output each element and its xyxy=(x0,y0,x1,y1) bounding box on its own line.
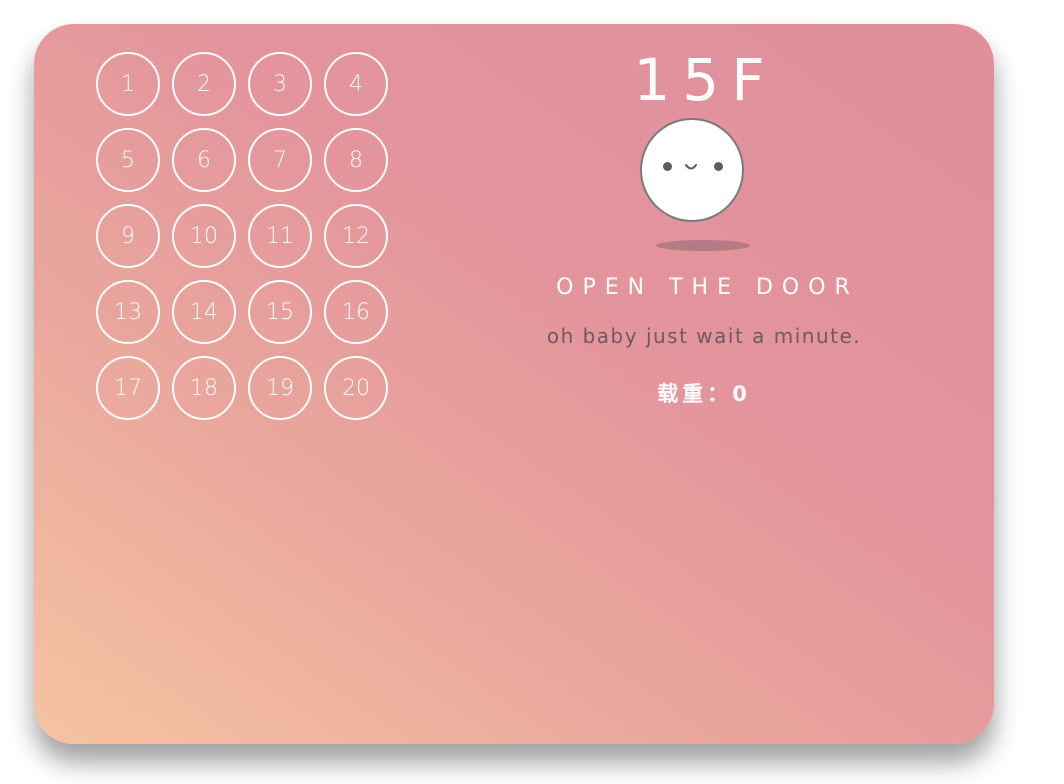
left-eye xyxy=(663,162,672,171)
floor-button-11[interactable]: 11 xyxy=(248,204,312,268)
floor-button-12[interactable]: 12 xyxy=(324,204,388,268)
right-eye xyxy=(714,162,723,171)
floor-button-1[interactable]: 1 xyxy=(96,52,160,116)
smiley-face-icon xyxy=(640,118,744,222)
floor-button-5[interactable]: 5 xyxy=(96,128,160,192)
door-status-subtitle: oh baby just wait a minute. xyxy=(546,324,862,348)
floor-button-2[interactable]: 2 xyxy=(172,52,236,116)
floor-button-9[interactable]: 9 xyxy=(96,204,160,268)
door-status-title: OPEN THE DOOR xyxy=(556,275,859,300)
floor-button-16[interactable]: 16 xyxy=(324,280,388,344)
load-label: 载重： xyxy=(657,382,733,406)
face-shadow xyxy=(656,240,750,251)
floor-button-grid: 1 2 3 4 5 6 7 8 9 10 11 12 13 14 15 16 1… xyxy=(96,52,396,420)
floor-button-19[interactable]: 19 xyxy=(248,356,312,420)
load-value: 0 xyxy=(732,382,751,406)
floor-button-4[interactable]: 4 xyxy=(324,52,388,116)
floor-button-8[interactable]: 8 xyxy=(324,128,388,192)
floor-button-20[interactable]: 20 xyxy=(324,356,388,420)
floor-button-6[interactable]: 6 xyxy=(172,128,236,192)
floor-button-15[interactable]: 15 xyxy=(248,280,312,344)
floor-button-13[interactable]: 13 xyxy=(96,280,160,344)
floor-button-7[interactable]: 7 xyxy=(248,128,312,192)
floor-button-17[interactable]: 17 xyxy=(96,356,160,420)
elevator-panel: 1 2 3 4 5 6 7 8 9 10 11 12 13 14 15 16 1… xyxy=(34,24,994,744)
floor-button-10[interactable]: 10 xyxy=(172,204,236,268)
floor-button-3[interactable]: 3 xyxy=(248,52,312,116)
current-floor-display: 15F xyxy=(633,46,777,114)
floor-button-14[interactable]: 14 xyxy=(172,280,236,344)
floor-button-18[interactable]: 18 xyxy=(172,356,236,420)
smile-mouth xyxy=(685,164,697,170)
load-readout: 载重：0 xyxy=(604,379,804,409)
